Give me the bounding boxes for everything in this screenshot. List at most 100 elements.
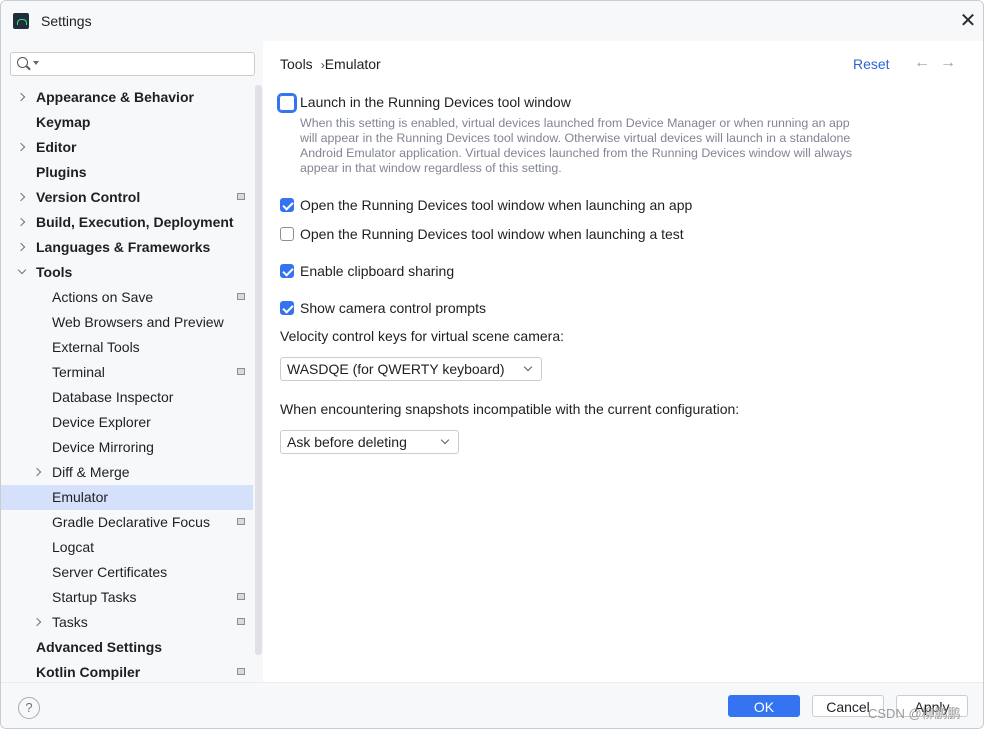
sidebar-item-label: External Tools [52, 339, 140, 355]
chevron-down-icon[interactable] [17, 265, 27, 275]
clipboard-sharing-label[interactable]: Enable clipboard sharing [300, 263, 454, 279]
sidebar-item-keymap[interactable]: Keymap [1, 110, 253, 135]
camera-prompts-checkbox[interactable] [280, 301, 294, 315]
sidebar-item-emulator[interactable]: Emulator [1, 485, 253, 510]
search-history-dropdown-icon[interactable] [33, 61, 39, 65]
breadcrumb-emulator: Emulator [324, 56, 381, 72]
breadcrumb: Tools ›Emulator [280, 56, 381, 72]
sidebar-item-label: Gradle Declarative Focus [52, 514, 210, 530]
search-input[interactable] [10, 52, 255, 76]
sidebar-item-label: Emulator [52, 489, 109, 505]
sidebar-item-gradle-declarative-focus[interactable]: Gradle Declarative Focus [1, 510, 253, 535]
chevron-right-icon[interactable] [32, 467, 42, 477]
sidebar-item-build-execution-deployment[interactable]: Build, Execution, Deployment [1, 210, 253, 235]
sidebar-item-label: Tasks [52, 614, 88, 630]
chevron-right-icon[interactable] [16, 92, 26, 102]
sidebar-item-label: Editor [36, 139, 77, 155]
sidebar-item-logcat[interactable]: Logcat [1, 535, 253, 560]
sidebar-item-label: Build, Execution, Deployment [36, 214, 234, 230]
back-arrow-icon[interactable]: ← [914, 54, 930, 72]
chevron-right-icon[interactable] [32, 617, 42, 627]
sidebar-item-web-browsers-and-preview[interactable]: Web Browsers and Preview [1, 310, 253, 335]
title-bar: Settings ✕ [1, 1, 983, 41]
sidebar-item-label: Actions on Save [52, 289, 154, 305]
sidebar-item-tools[interactable]: Tools [1, 260, 253, 285]
sidebar-item-terminal[interactable]: Terminal [1, 360, 253, 385]
forward-arrow-icon[interactable]: → [940, 54, 956, 72]
window-title: Settings [41, 13, 92, 29]
sidebar-item-advanced-settings[interactable]: Advanced Settings [1, 635, 253, 660]
snapshots-label: When encountering snapshots incompatible… [280, 401, 740, 417]
watermark: CSDN @柳鹏鹏 [868, 706, 961, 721]
sidebar-item-label: Keymap [36, 114, 91, 130]
velocity-keys-value: WASDQE (for QWERTY keyboard) [287, 361, 505, 377]
sidebar-item-label: Appearance & Behavior [36, 89, 194, 105]
settings-tree: Appearance & Behavior Keymap Editor Plugins… [1, 85, 253, 685]
snapshots-dropdown[interactable]: Ask before deleting [280, 430, 459, 454]
emulator-settings-panel: Tools ›Emulator Reset ← → Launch in the R… [263, 41, 983, 682]
sidebar-item-label: Version Control [36, 189, 141, 205]
reset-link[interactable]: Reset [853, 56, 890, 72]
settings-window: Settings ✕ Appearance & Behavior Keymap Ed… [0, 0, 984, 729]
close-icon[interactable]: ✕ [957, 10, 979, 32]
sidebar-item-label: Device Explorer [52, 414, 151, 430]
sidebar-item-label: Startup Tasks [52, 589, 137, 605]
open-when-launching-test-label[interactable]: Open the Running Devices tool window whe… [300, 226, 684, 242]
search-icon [17, 57, 28, 68]
chevron-right-icon[interactable] [16, 142, 26, 152]
chevron-right-icon[interactable] [16, 217, 26, 227]
sidebar-item-startup-tasks[interactable]: Startup Tasks [1, 585, 253, 610]
project-settings-icon [237, 518, 245, 525]
chevron-down-icon [523, 362, 533, 372]
velocity-keys-label: Velocity control keys for virtual scene … [280, 328, 565, 344]
sidebar-item-tasks[interactable]: Tasks [1, 610, 253, 635]
chevron-right-icon[interactable] [16, 192, 26, 202]
sidebar-item-editor[interactable]: Editor [1, 135, 253, 160]
sidebar-item-diff-merge[interactable]: Diff & Merge [1, 460, 253, 485]
project-settings-icon [237, 368, 245, 375]
breadcrumb-tools[interactable]: Tools [280, 56, 313, 72]
camera-prompts-label[interactable]: Show camera control prompts [300, 300, 486, 316]
sidebar-item-actions-on-save[interactable]: Actions on Save [1, 285, 253, 310]
chevron-down-icon [440, 435, 450, 445]
clipboard-sharing-checkbox[interactable] [280, 264, 294, 278]
sidebar-item-version-control[interactable]: Version Control [1, 185, 253, 210]
sidebar-item-label: Logcat [52, 539, 95, 555]
open-when-launching-test-checkbox[interactable] [280, 227, 294, 241]
dialog-footer: ? OK Cancel Apply [1, 682, 983, 728]
sidebar-item-label: Terminal [52, 364, 105, 380]
chevron-right-icon[interactable] [16, 242, 26, 252]
sidebar-item-label: Web Browsers and Preview [52, 314, 224, 330]
project-settings-icon [237, 618, 245, 625]
sidebar-item-label: Server Certificates [52, 564, 168, 580]
project-settings-icon [237, 593, 245, 600]
snapshots-value: Ask before deleting [287, 434, 407, 450]
sidebar-item-server-certificates[interactable]: Server Certificates [1, 560, 253, 585]
sidebar-scrollbar[interactable] [255, 85, 262, 655]
launch-in-running-devices-checkbox[interactable] [277, 93, 297, 113]
project-settings-icon [237, 668, 245, 675]
open-when-launching-app-label[interactable]: Open the Running Devices tool window whe… [300, 197, 692, 213]
sidebar-item-label: Device Mirroring [52, 439, 154, 455]
sidebar-item-label: Plugins [36, 164, 87, 180]
open-when-launching-app-checkbox[interactable] [280, 198, 294, 212]
project-settings-icon [237, 293, 245, 300]
launch-in-running-devices-description: When this setting is enabled, virtual de… [300, 116, 853, 175]
sidebar-item-device-mirroring[interactable]: Device Mirroring [1, 435, 253, 460]
sidebar-item-label: Tools [36, 264, 73, 280]
sidebar-item-external-tools[interactable]: External Tools [1, 335, 253, 360]
launch-in-running-devices-label[interactable]: Launch in the Running Devices tool windo… [300, 94, 571, 110]
help-icon[interactable]: ? [18, 697, 40, 719]
ok-button[interactable]: OK [728, 695, 800, 717]
sidebar-item-plugins[interactable]: Plugins [1, 160, 253, 185]
sidebar-item-label: Languages & Frameworks [36, 239, 211, 255]
sidebar-item-database-inspector[interactable]: Database Inspector [1, 385, 253, 410]
sidebar-item-device-explorer[interactable]: Device Explorer [1, 410, 253, 435]
sidebar-item-label: Diff & Merge [52, 464, 130, 480]
sidebar-item-appearance-behavior[interactable]: Appearance & Behavior [1, 85, 253, 110]
sidebar-item-label: Advanced Settings [36, 639, 163, 655]
sidebar-item-label: Database Inspector [52, 389, 174, 405]
sidebar-item-languages-frameworks[interactable]: Languages & Frameworks [1, 235, 253, 260]
settings-sidebar: Appearance & Behavior Keymap Editor Plugins… [1, 41, 263, 682]
velocity-keys-dropdown[interactable]: WASDQE (for QWERTY keyboard) [280, 357, 542, 381]
